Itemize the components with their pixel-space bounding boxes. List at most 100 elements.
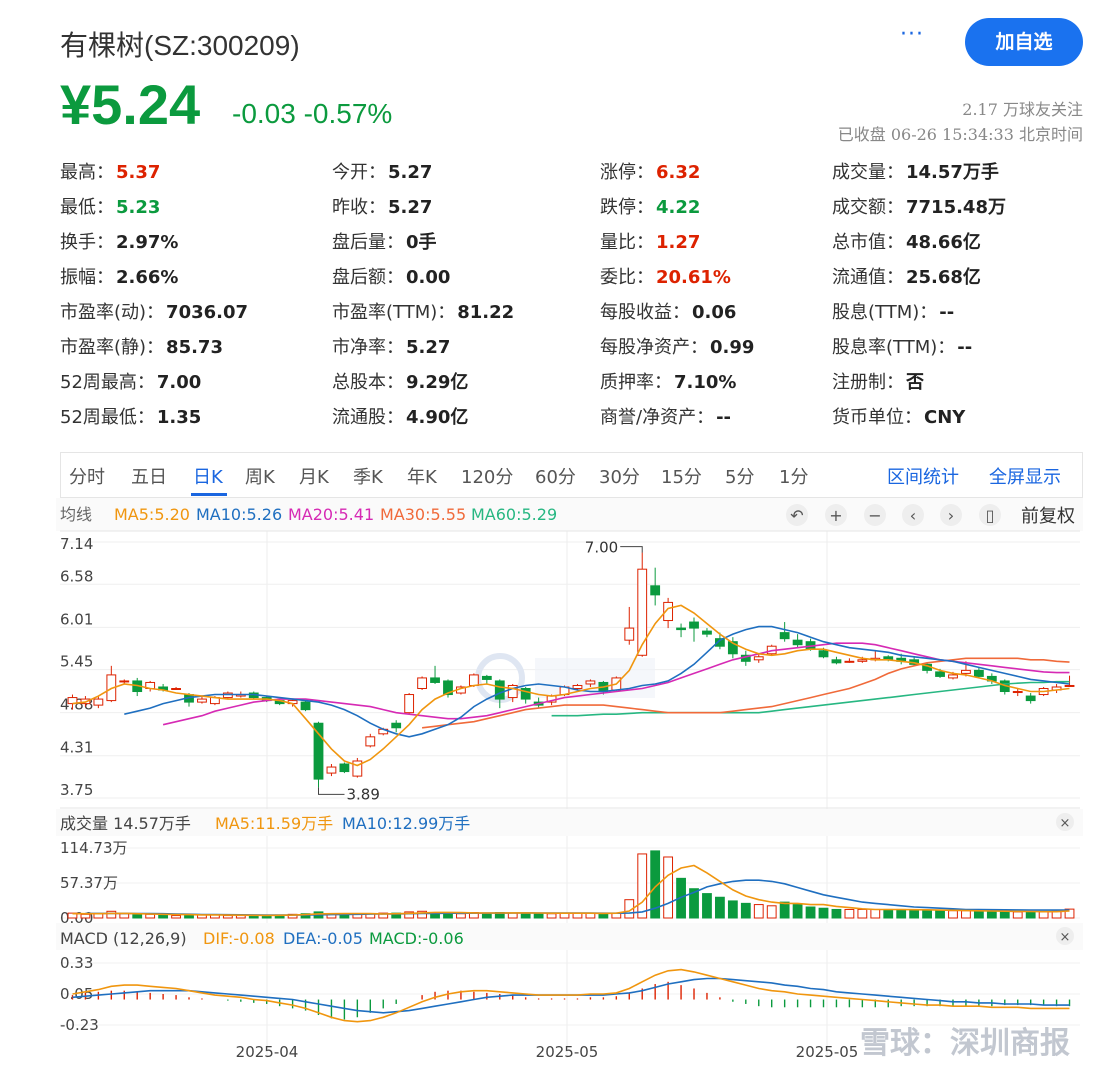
quote-value: 否: [906, 372, 924, 393]
quote-item: 股息(TTM)： --: [832, 298, 954, 324]
quote-label: 货币单位：: [832, 407, 922, 428]
volume-bar: [870, 908, 881, 919]
kline-chart[interactable]: 均线 MA5:5.20 MA10:5.26 MA20:5.41 MA30:5.55 MA6…: [0, 498, 1103, 1077]
range-stats-link[interactable]: 区间统计: [887, 463, 959, 489]
quote-item: 量比： 1.27: [600, 228, 700, 254]
tab-2[interactable]: 日K: [193, 463, 223, 489]
quote-item: 货币单位： CNY: [832, 403, 965, 429]
quote-label: 涨停：: [600, 162, 654, 183]
ma10-legend: MA10:5.26: [196, 505, 282, 524]
volume-bar: [171, 915, 181, 919]
candle: [637, 568, 648, 656]
quote-value: 5.23: [116, 197, 161, 218]
volume-bar: [740, 902, 751, 919]
quote-item: 总市值： 48.66亿: [832, 228, 981, 254]
macd-axis-label: 0.33: [60, 954, 93, 972]
ma20-legend: MA20:5.41: [288, 505, 374, 524]
macd-close-icon[interactable]: ×: [1056, 927, 1074, 945]
volume-bar: [1038, 911, 1049, 919]
price-axis-label: 7.14: [60, 535, 93, 553]
quote-label: 今开：: [332, 162, 386, 183]
next-icon[interactable]: ›: [940, 504, 962, 526]
low-marker-line: [318, 787, 345, 795]
tab-5[interactable]: 季K: [353, 463, 383, 489]
candle: [792, 639, 803, 646]
tab-0[interactable]: 分时: [69, 463, 105, 489]
more-options-icon[interactable]: ···: [900, 22, 924, 47]
tab-7[interactable]: 120分: [461, 463, 513, 489]
undo-icon[interactable]: ↶: [786, 504, 808, 526]
quote-label: 股息(TTM)：: [832, 302, 938, 323]
quote-item: 振幅： 2.66%: [60, 263, 178, 289]
tab-12[interactable]: 1分: [779, 463, 808, 489]
candle: [753, 656, 764, 661]
volume-bar: [922, 909, 932, 919]
quote-label: 市盈率(动)：: [60, 302, 165, 323]
tab-11[interactable]: 5分: [725, 463, 754, 489]
quote-item: 市盈率(动)： 7036.07: [60, 298, 248, 324]
tab-6[interactable]: 年K: [407, 463, 437, 489]
volume-bar: [637, 853, 648, 919]
prev-icon[interactable]: ‹: [902, 504, 924, 526]
quote-item: 成交量： 14.57万手: [832, 158, 999, 184]
quote-label: 量比：: [600, 232, 654, 253]
quote-item: 52周最低： 1.35: [60, 403, 201, 429]
volume-close-icon[interactable]: ×: [1056, 813, 1074, 831]
candle: [313, 722, 324, 780]
quote-value: 20.61%: [656, 267, 731, 288]
follower-count: 2.17 万球友关注: [962, 100, 1083, 119]
volume-bar: [753, 904, 764, 919]
fullscreen-link[interactable]: 全屏显示: [989, 463, 1061, 489]
quote-item: 总股本： 9.29亿: [332, 368, 468, 394]
volume-bar: [999, 910, 1010, 919]
ma5-legend: MA5:5.20: [114, 505, 190, 524]
volume-bar: [844, 908, 855, 919]
close-icon-glyph: ×: [1060, 930, 1071, 945]
candle: [585, 680, 596, 685]
zoom-in-icon[interactable]: +: [825, 504, 847, 526]
quote-item: 委比： 20.61%: [600, 263, 731, 289]
quote-item: 盘后量： 0手: [332, 228, 437, 254]
next-icon-glyph: ›: [948, 506, 954, 525]
quote-value: 81.22: [457, 302, 515, 323]
quote-label: 每股净资产：: [600, 337, 708, 358]
tab-10[interactable]: 15分: [661, 463, 702, 489]
price-change: -0.03 -0.57%: [232, 98, 393, 129]
quote-value: --: [957, 337, 973, 358]
add-watchlist-button[interactable]: 加自选: [965, 18, 1083, 66]
quote-value: 5.27: [388, 162, 433, 183]
ma-legend-title: 均线: [60, 505, 92, 524]
tab-9[interactable]: 30分: [599, 463, 640, 489]
date-axis-label: 2025-05: [536, 1043, 599, 1061]
volume-bar: [80, 913, 91, 919]
tab-3[interactable]: 周K: [245, 463, 275, 489]
quote-label: 盘后额：: [332, 267, 404, 288]
tab-8[interactable]: 60分: [535, 463, 576, 489]
quote-value: 4.22: [656, 197, 701, 218]
candle-type-icon[interactable]: ▯: [979, 504, 1001, 526]
quote-value: 4.90亿: [406, 407, 469, 428]
price-axis-label: 5.45: [60, 653, 93, 671]
quote-label: 市净率：: [332, 337, 404, 358]
adjust-mode-label[interactable]: 前复权: [1021, 506, 1075, 527]
quote-item: 今开： 5.27: [332, 158, 432, 184]
quote-label: 最低：: [60, 197, 114, 218]
quote-label: 昨收：: [332, 197, 386, 218]
quote-item: 盘后额： 0.00: [332, 263, 450, 289]
chart-area: 均线 MA5:5.20 MA10:5.26 MA20:5.41 MA30:5.55 MA6…: [0, 498, 1103, 1077]
quote-label: 流通值：: [832, 267, 904, 288]
quote-value: 2.66%: [116, 267, 179, 288]
date-axis-label: 2025-04: [236, 1043, 299, 1061]
candle: [481, 675, 492, 680]
period-tabs: 区间统计 全屏显示 分时 五日 日K 周K 月K 季K 年K 120分 60分 30分 15分 5分 1…: [60, 452, 1083, 498]
zoom-out-icon[interactable]: −: [864, 504, 886, 526]
quote-value: 7715.48万: [906, 197, 1006, 218]
tab-4[interactable]: 月K: [299, 463, 329, 489]
candle-type-icon-glyph: ▯: [986, 506, 995, 525]
tab-1[interactable]: 五日: [131, 463, 167, 489]
quote-item: 每股收益： 0.06: [600, 298, 736, 324]
quote-label: 52周最高：: [60, 372, 155, 393]
volume-bar: [831, 908, 842, 919]
quote-label: 总股本：: [332, 372, 404, 393]
candle: [339, 763, 350, 773]
